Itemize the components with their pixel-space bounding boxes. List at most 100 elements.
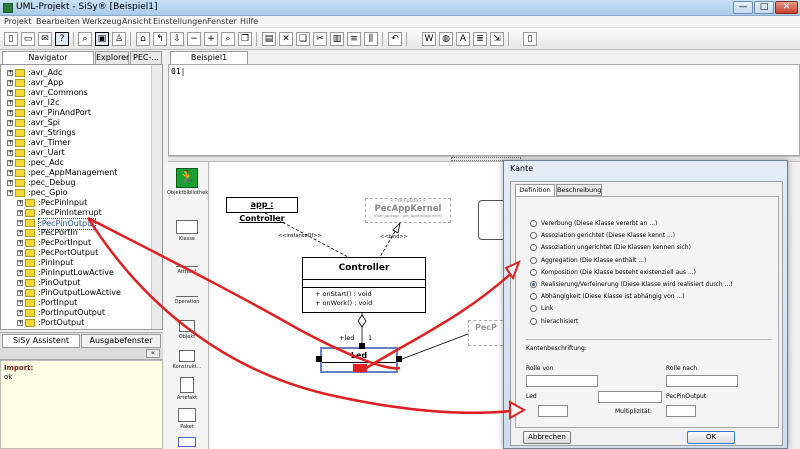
expand-icon[interactable]: +: [7, 160, 13, 166]
back-arrow-icon[interactable]: ↰: [153, 32, 167, 46]
radio-button[interactable]: [530, 220, 537, 227]
expand-icon[interactable]: +: [17, 220, 23, 226]
tree-item[interactable]: +:PinOutput: [1, 278, 151, 288]
tree-item[interactable]: +:avr_Uart: [1, 148, 151, 158]
align-icon[interactable]: ≡: [347, 32, 361, 46]
ok-button[interactable]: OK: [687, 431, 735, 444]
maximize-button[interactable]: □: [754, 1, 774, 14]
tab-sisy-assistent[interactable]: SiSy Assistent: [2, 334, 80, 348]
help-icon[interactable]: ?: [55, 32, 69, 46]
edge-type-option[interactable]: Assoziation gerichtet (Diese Klasse kenn…: [530, 231, 675, 242]
palette-konstrukt[interactable]: Konstrukt...: [167, 350, 207, 370]
tree-item[interactable]: +:avr_App: [1, 78, 151, 88]
radio-button[interactable]: [530, 232, 537, 240]
expand-icon[interactable]: +: [17, 250, 23, 256]
tree-item[interactable]: +:PecPortOutput: [1, 248, 151, 258]
expand-icon[interactable]: +: [7, 80, 13, 86]
tree-item[interactable]: +:avr_Commons: [1, 88, 151, 98]
tree-item[interactable]: +:PecPinOutput: [1, 218, 151, 230]
handle-square[interactable]: [396, 356, 402, 362]
menu-ansicht[interactable]: Ansicht: [122, 17, 152, 26]
cancel-button[interactable]: Abbrechen: [523, 431, 571, 444]
rolle-nach-input[interactable]: [666, 375, 738, 387]
close-button[interactable]: ✕: [775, 1, 798, 14]
expand-icon[interactable]: +: [7, 180, 13, 186]
diagram-canvas[interactable]: app : Controller <<template>> PecAppKern…: [210, 162, 510, 449]
tree-item[interactable]: +:PinOutputLowActive: [1, 288, 151, 298]
radio-button[interactable]: [530, 281, 537, 288]
palette-objektbibliothek[interactable]: 🏃 Objektbibliothek: [167, 168, 208, 196]
expand-icon[interactable]: +: [7, 90, 13, 96]
menu-bearbeiten[interactable]: Bearbeiten: [36, 17, 80, 26]
expand-icon[interactable]: +: [7, 150, 13, 156]
edge-label-input[interactable]: [598, 391, 662, 403]
radio-button[interactable]: [530, 268, 537, 276]
tree-item[interactable]: +:avr_I2c: [1, 98, 151, 108]
tab-definition[interactable]: Definition: [515, 184, 555, 196]
palette-operation[interactable]: Operation: [167, 287, 207, 305]
tree-item[interactable]: +:pec_Debug: [1, 178, 151, 188]
export-icon[interactable]: ⇲: [490, 32, 504, 46]
paste-icon[interactable]: ▥: [330, 32, 344, 46]
home-icon[interactable]: ⌂: [136, 32, 150, 46]
undo-icon[interactable]: ↶: [388, 32, 402, 46]
expand-icon[interactable]: +: [17, 260, 23, 266]
palette-klasse[interactable]: Klasse: [167, 220, 207, 242]
minimize-button[interactable]: —: [733, 1, 753, 14]
expand-icon[interactable]: +: [17, 270, 23, 276]
tree-item[interactable]: +:pinHighActive: [1, 328, 151, 329]
tree-item[interactable]: +:pec_Adc: [1, 158, 151, 168]
expand-icon[interactable]: +: [17, 290, 23, 296]
expand-icon[interactable]: +: [7, 100, 13, 106]
tree-item[interactable]: +:avr_Spi: [1, 118, 151, 128]
tab-navigator[interactable]: Navigator: [2, 51, 94, 65]
tree-item[interactable]: +:PecPortInput: [1, 238, 151, 248]
menu-einstellungen[interactable]: Einstellungen: [153, 17, 207, 26]
edge-type-option[interactable]: Komposition (Die Klasse besteht existenz…: [530, 268, 696, 279]
tab-explorer[interactable]: Explorer: [95, 51, 129, 65]
radio-button[interactable]: [530, 244, 537, 252]
expand-icon[interactable]: +: [17, 230, 23, 236]
expand-icon[interactable]: +: [17, 320, 23, 326]
zoom-out-icon[interactable]: −: [187, 32, 201, 46]
menu-hilfe[interactable]: Hilfe: [240, 17, 258, 26]
tree-item[interactable]: +:PecPinInput: [1, 198, 151, 208]
edge-type-option[interactable]: Vererbung (Diese Klasse vererbt an ...): [530, 219, 657, 230]
page-icon[interactable]: ▤: [262, 32, 276, 46]
edge-type-option[interactable]: hierachisiert: [530, 317, 578, 328]
radio-button[interactable]: [530, 293, 537, 301]
expand-icon[interactable]: +: [7, 110, 13, 116]
collapse-button[interactable]: «: [146, 349, 160, 358]
binoculars-icon[interactable]: ⌕: [78, 32, 92, 46]
expand-icon[interactable]: +: [17, 210, 23, 216]
mail-icon[interactable]: ✉: [38, 32, 52, 46]
navigator-scrollbar[interactable]: [151, 65, 162, 329]
edge-type-option[interactable]: Abhängigkeit (Diese Klasse ist abhängig …: [530, 292, 685, 303]
book-icon[interactable]: ▯: [523, 32, 537, 46]
palette-paket[interactable]: Paket: [167, 408, 207, 430]
radio-button[interactable]: [530, 256, 537, 264]
tree-item[interactable]: +:PinInput: [1, 258, 151, 268]
expand-icon[interactable]: +: [7, 170, 13, 176]
tree-item[interactable]: +:PortInputOutput: [1, 308, 151, 318]
palette-objekt[interactable]: Objekt: [167, 320, 207, 340]
tree-item[interactable]: +:avr_Timer: [1, 138, 151, 148]
zoom-in-icon[interactable]: +: [204, 32, 218, 46]
tree-item[interactable]: +:pec_Gpio: [1, 188, 151, 198]
handle-square[interactable]: [359, 343, 365, 349]
expand-icon[interactable]: +: [17, 300, 23, 306]
palette-artefakt[interactable]: Artefakt: [167, 377, 207, 401]
tree-item[interactable]: +:avr_Strings: [1, 128, 151, 138]
menu-projekt[interactable]: Projekt: [4, 17, 32, 26]
tree-item[interactable]: +:PortInput: [1, 298, 151, 308]
tree-item[interactable]: +:avr_PinAndPort: [1, 108, 151, 118]
tree-item[interactable]: +:PecPortIn: [1, 228, 151, 238]
down-arrow-icon[interactable]: ⇩: [170, 32, 184, 46]
expand-icon[interactable]: +: [17, 240, 23, 246]
copy-icon[interactable]: ❏: [296, 32, 310, 46]
multiplicity-left-input[interactable]: [538, 405, 568, 417]
handle-square[interactable]: [316, 356, 322, 362]
expand-icon[interactable]: +: [7, 190, 13, 196]
edge-type-option[interactable]: Aggregation (Die Klasse enthält ...): [530, 256, 646, 267]
tab-ausgabefenster[interactable]: Ausgabefenster: [81, 334, 161, 348]
